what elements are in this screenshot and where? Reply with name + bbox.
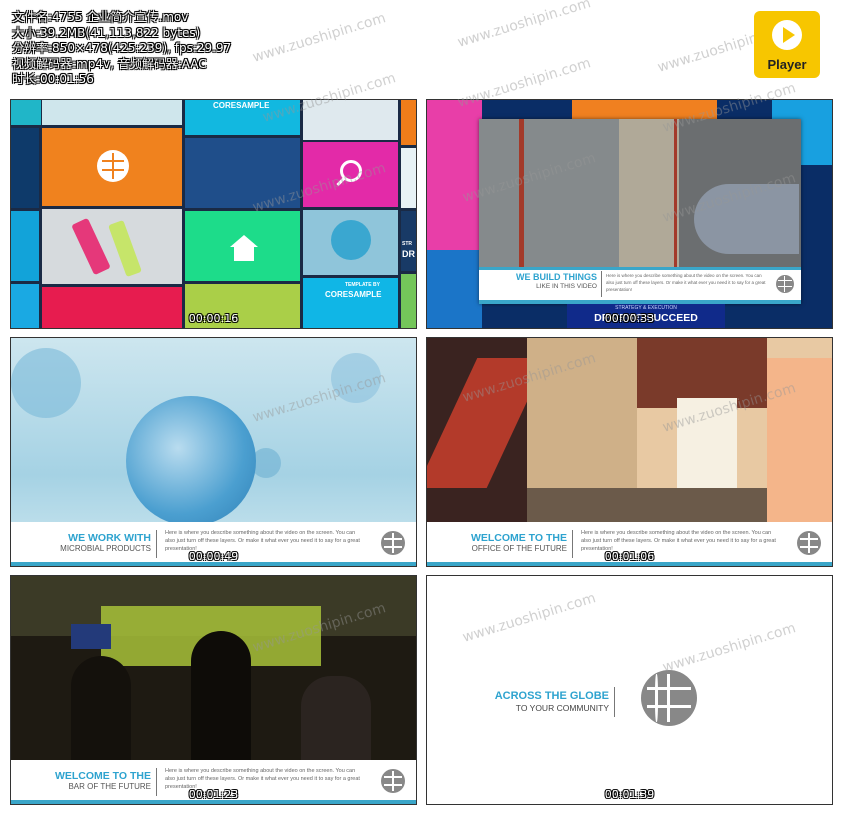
- globe-icon: [97, 150, 129, 182]
- lower-third-title: WELCOME TO THE: [54, 770, 151, 782]
- tile-label-top: CORESAMPLE: [213, 101, 270, 110]
- timestamp: 00:01:23: [188, 788, 239, 801]
- player-button-label: Player: [767, 57, 807, 72]
- file-name: 文件名:4755 企业简介宣传.mov: [12, 10, 189, 24]
- video-thumbnail-2[interactable]: WE BUILD THINGS LIKE IN THIS VIDEO Here …: [426, 99, 833, 329]
- lower-third-title: WE BUILD THINGS: [516, 272, 597, 282]
- watermark: www.zuoshipin.com: [250, 10, 388, 66]
- house-icon: [230, 235, 258, 247]
- video-thumbnail-6[interactable]: ACROSS THE GLOBE TO YOUR COMMUNITY 00:01…: [426, 575, 833, 805]
- globe-icon: [776, 275, 794, 293]
- file-resolution: 分辨率:850×478(425:239), fps:29.97: [12, 41, 232, 56]
- video-thumbnail-5[interactable]: WELCOME TO THE BAR OF THE FUTURE Here is…: [10, 575, 417, 805]
- tile-side-small: STR: [402, 241, 412, 247]
- globe-icon: [641, 670, 697, 726]
- timestamp: 00:00:16: [188, 312, 239, 325]
- video-thumbnail-4[interactable]: WELCOME TO THE OFFICE OF THE FUTURE Here…: [426, 337, 833, 567]
- tile-small-label: TEMPLATE BY: [345, 282, 380, 288]
- video-thumbnail-1[interactable]: CORESAMPLE STR DR TEMPLATE BY CORESAMPLE: [10, 99, 417, 329]
- play-icon: [772, 20, 802, 50]
- file-size: 大小:39.2MB(41,113,822 bytes): [12, 25, 201, 40]
- file-info: 文件名:4755 企业简介宣传.mov 大小:39.2MB(41,113,822…: [12, 10, 231, 88]
- lower-third-title: WE WORK WITH: [68, 532, 151, 544]
- file-duration: 时长:00:01:56: [12, 72, 94, 87]
- lower-third-title: WELCOME TO THE: [470, 532, 567, 544]
- player-button[interactable]: Player: [754, 11, 820, 78]
- watermark: www.zuoshipin.com: [455, 0, 593, 51]
- timestamp: 00:00:49: [188, 550, 239, 563]
- file-codec: 视频解码器:mp4v, 音频解码器:AAC: [12, 56, 207, 71]
- center-subtitle: TO YOUR COMMUNITY: [515, 703, 609, 713]
- timestamp: 00:01:06: [604, 550, 655, 563]
- center-title: ACROSS THE GLOBE: [494, 690, 609, 702]
- lower-third-body: Here is where you describe something abo…: [606, 273, 766, 292]
- timestamp: 00:00:33: [604, 312, 655, 325]
- timestamp: 00:01:39: [604, 788, 655, 801]
- tile-bottom-label: CORESAMPLE: [325, 290, 382, 299]
- video-thumbnail-3[interactable]: WE WORK WITH MICROBIAL PRODUCTS Here is …: [10, 337, 417, 567]
- banner-small-text: STRATEGY & EXECUTION: [615, 305, 677, 311]
- lower-third-subtitle: LIKE IN THIS VIDEO: [536, 283, 597, 290]
- tile-side-label: DR: [402, 249, 415, 259]
